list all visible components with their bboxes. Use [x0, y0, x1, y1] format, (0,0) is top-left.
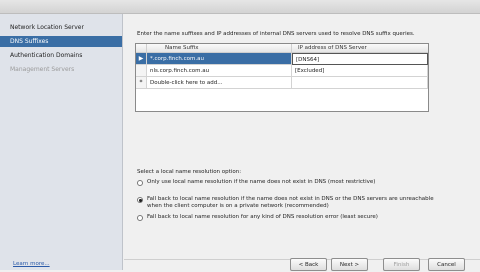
table-row[interactable]: ▶ *.corp.finch.com.au [DNS64] [136, 53, 428, 65]
radio-least-secure[interactable] [137, 215, 143, 221]
option-label: Fall back to local name resolution if th… [147, 196, 434, 209]
finish-button: Finish [383, 258, 420, 271]
row-selector [136, 65, 147, 77]
sidebar-item-authentication-domains[interactable]: Authentication Domains [0, 50, 122, 61]
table-row-new[interactable]: * Double-click here to add... [136, 77, 428, 89]
name-suffix-cell[interactable]: nls.corp.finch.com.au [147, 65, 292, 77]
resolution-options-label: Select a local name resolution option: [137, 169, 242, 175]
row-selector-icon: ▶ [136, 53, 147, 65]
dns-suffix-grid: Name Suffix IP address of DNS Server ▶ *… [135, 43, 429, 112]
main-panel: Enter the name suffixes and IP addresses… [124, 14, 480, 271]
sidebar-item-dns-suffixes[interactable]: DNS Suffixes [0, 36, 122, 47]
radio-recommended[interactable] [137, 197, 143, 203]
sidebar-item-management-servers: Management Servers [10, 66, 75, 73]
intro-text: Enter the name suffixes and IP addresses… [137, 31, 415, 37]
sidebar-item-network-location-server[interactable]: Network Location Server [0, 22, 122, 33]
wizard-sidebar: Network Location Server DNS Suffixes Aut… [0, 14, 123, 270]
grid-corner-header [136, 44, 147, 53]
new-row-icon: * [136, 77, 147, 89]
wizard-title-bar [0, 0, 480, 14]
dns-server-cell[interactable] [292, 77, 428, 89]
add-row-cell[interactable]: Double-click here to add... [147, 77, 292, 89]
option-label: Only use local name resolution if the na… [147, 179, 376, 185]
column-header-name-suffix[interactable]: Name Suffix [147, 44, 292, 53]
dns-server-cell[interactable]: [DNS64] [292, 53, 428, 65]
option-label: Fall back to local name resolution for a… [147, 214, 378, 220]
next-button[interactable]: Next > [331, 258, 368, 271]
column-header-dns-server[interactable]: IP address of DNS Server [292, 44, 428, 53]
back-button[interactable]: < Back [290, 258, 327, 271]
cancel-button[interactable]: Cancel [428, 258, 465, 271]
learn-more-link[interactable]: Learn more... [13, 261, 50, 267]
name-suffix-cell[interactable]: *.corp.finch.com.au [147, 53, 292, 65]
table-row[interactable]: nls.corp.finch.com.au [Excluded] [136, 65, 428, 77]
dns-server-cell[interactable]: [Excluded] [292, 65, 428, 77]
radio-most-restrictive[interactable] [137, 180, 143, 186]
